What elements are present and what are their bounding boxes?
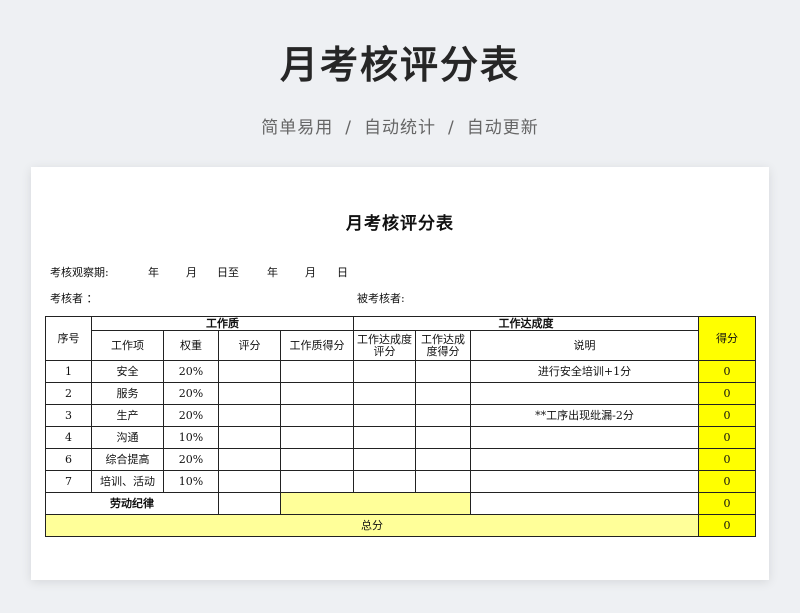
cell-quality-score[interactable] <box>280 404 354 427</box>
banner-title: 月考核评分表 <box>279 43 520 87</box>
cell-note[interactable]: 进行安全培训+1分 <box>469 360 700 383</box>
cell-achievement-score[interactable] <box>415 448 471 471</box>
cell-index: 4 <box>45 426 92 449</box>
subtitle-item: 简单易用 <box>261 118 334 138</box>
cell-note[interactable] <box>469 448 700 471</box>
cell-weight: 10% <box>163 426 219 449</box>
cell-achievement-score[interactable] <box>415 382 471 405</box>
cell-item: 沟通 <box>91 426 164 449</box>
cell-score: 0 <box>698 448 757 471</box>
cell-index: 6 <box>45 448 92 471</box>
header-achievement-score: 工作达成度得分 <box>415 330 471 361</box>
cell-score: 0 <box>698 426 757 449</box>
subtitle-item: 自动统计 <box>364 118 436 138</box>
cell-rating[interactable] <box>218 404 281 427</box>
table-row: 7 培训、活动 10% 0 <box>45 470 757 493</box>
discipline-rating[interactable] <box>218 492 281 515</box>
cell-item: 服务 <box>91 382 164 405</box>
cell-note[interactable]: **工序出现纰漏-2分 <box>469 404 700 427</box>
cell-index: 3 <box>45 404 92 427</box>
cell-score: 0 <box>698 470 757 493</box>
cell-rating[interactable] <box>218 448 281 471</box>
header-index: 序号 <box>45 316 92 361</box>
discipline-label: 劳动纪律 <box>45 492 219 515</box>
cell-achievement-rating[interactable] <box>353 426 416 449</box>
header-score: 得分 <box>698 316 757 361</box>
discipline-score: 0 <box>698 492 757 515</box>
cell-score: 0 <box>698 360 757 383</box>
period-day-to: 日至 <box>217 266 239 279</box>
cell-quality-score[interactable] <box>280 360 354 383</box>
cell-achievement-rating[interactable] <box>353 360 416 383</box>
banner-subtitle: 简单易用 / 自动统计 / 自动更新 <box>0 113 800 138</box>
cell-weight: 20% <box>163 404 219 427</box>
total-label: 总分 <box>44 514 700 537</box>
header-achievement-rating: 工作达成度评分 <box>353 330 416 361</box>
header-weight: 权重 <box>163 330 219 361</box>
examiner-label: 考核者 ： <box>50 292 98 305</box>
subtitle-separator: / <box>448 118 455 138</box>
header-work-quality: 工作质 <box>91 316 354 331</box>
table-row: 4 沟通 10% 0 <box>45 426 757 449</box>
cell-weight: 20% <box>163 448 219 471</box>
cell-quality-score[interactable] <box>280 382 354 405</box>
header-rating: 评分 <box>218 330 281 361</box>
cell-quality-score[interactable] <box>280 448 354 471</box>
cell-achievement-score[interactable] <box>415 360 471 383</box>
header-note: 说明 <box>469 330 700 361</box>
period-day-2: 日 <box>337 266 348 279</box>
header-fields: 考核观察期: 年 月 日至 年 月 日 考核者 ： 被考核者: <box>31 167 769 307</box>
cell-note[interactable] <box>469 470 700 493</box>
cell-weight: 10% <box>163 470 219 493</box>
table-row: 6 综合提高 20% 0 <box>45 448 757 471</box>
cell-index: 7 <box>45 470 92 493</box>
score-table: 序号 工作质 工作达成度 得分 工作项 权重 评分 工作质得分 工作达成度评分 … <box>44 316 757 537</box>
discipline-row: 劳动纪律 0 <box>45 492 757 515</box>
cell-achievement-rating[interactable] <box>353 404 416 427</box>
cell-rating[interactable] <box>218 426 281 449</box>
discipline-note[interactable] <box>469 492 700 515</box>
cell-score: 0 <box>698 382 757 405</box>
cell-item: 综合提高 <box>91 448 164 471</box>
cell-rating[interactable] <box>218 382 281 405</box>
cell-achievement-rating[interactable] <box>353 448 416 471</box>
spreadsheet-preview: 月考核评分表 考核观察期: 年 月 日至 年 月 日 考核者 ： 被考核者: 序… <box>31 167 769 580</box>
cell-index: 1 <box>45 360 92 383</box>
header-quality-score: 工作质得分 <box>280 330 354 361</box>
period-month-2: 月 <box>305 266 316 279</box>
cell-achievement-score[interactable] <box>415 470 471 493</box>
table-row: 3 生产 20% **工序出现纰漏-2分 0 <box>45 404 757 427</box>
cell-weight: 20% <box>163 382 219 405</box>
period-year-2: 年 <box>267 266 278 279</box>
period-year-1: 年 <box>148 266 159 279</box>
discipline-highlight[interactable] <box>280 492 471 515</box>
period-label: 考核观察期: <box>50 266 109 279</box>
cell-achievement-rating[interactable] <box>353 382 416 405</box>
cell-rating[interactable] <box>218 470 281 493</box>
cell-item: 培训、活动 <box>91 470 164 493</box>
cell-quality-score[interactable] <box>280 426 354 449</box>
cell-achievement-score[interactable] <box>415 426 471 449</box>
cell-achievement-rating[interactable] <box>353 470 416 493</box>
cell-rating[interactable] <box>218 360 281 383</box>
period-month-1: 月 <box>186 266 197 279</box>
cell-weight: 20% <box>163 360 219 383</box>
header-work-item: 工作项 <box>91 330 164 361</box>
cell-score: 0 <box>698 404 757 427</box>
table-row: 2 服务 20% 0 <box>45 382 757 405</box>
cell-index: 2 <box>45 382 92 405</box>
cell-note[interactable] <box>469 426 700 449</box>
cell-achievement-score[interactable] <box>415 404 471 427</box>
cell-item: 生产 <box>91 404 164 427</box>
cell-note[interactable] <box>469 382 700 405</box>
subtitle-item: 自动更新 <box>466 118 539 138</box>
total-row: 总分 0 <box>44 514 757 537</box>
cell-quality-score[interactable] <box>280 470 354 493</box>
header-work-achievement: 工作达成度 <box>352 316 700 331</box>
table-row: 1 安全 20% 进行安全培训+1分 0 <box>45 360 757 383</box>
subtitle-separator: / <box>345 118 352 138</box>
examinee-label: 被考核者: <box>357 292 405 305</box>
total-score: 0 <box>698 514 757 537</box>
cell-item: 安全 <box>91 360 164 383</box>
